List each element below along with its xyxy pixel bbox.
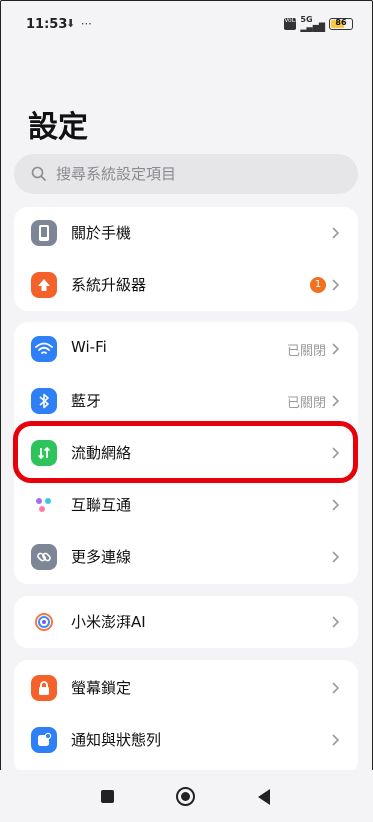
settings-item-lock-screen[interactable]: 螢幕鎖定 (14, 662, 358, 714)
search-input[interactable] (56, 154, 346, 194)
status-bar: 11:53 ⬇ ⋯ VoLTE 5G ▂▄▆█ 86 (0, 0, 373, 50)
wifi-icon (31, 336, 57, 362)
recents-button[interactable] (101, 790, 114, 803)
interconnect-icon (31, 492, 57, 518)
chevron-right-icon (332, 395, 340, 407)
upgrade-icon (31, 272, 57, 298)
settings-item-more-connections[interactable]: 更多連線 (14, 531, 358, 583)
bluetooth-status: 已關閉 (286, 396, 326, 411)
settings-item-label: 小米澎湃AI (71, 613, 146, 631)
notification-icon (31, 727, 57, 753)
more-connections-icon (31, 544, 57, 570)
chevron-right-icon (332, 616, 340, 628)
settings-item-about-phone[interactable]: 關於手機 (14, 207, 358, 259)
settings-item-wifi[interactable]: Wi-Fi 已關閉 (14, 323, 358, 375)
settings-item-label: Wi-Fi (71, 338, 107, 356)
update-badge: 1 (310, 277, 326, 293)
chevron-right-icon (332, 682, 340, 694)
battery-level: 86 (335, 18, 347, 27)
hyperai-icon (31, 609, 57, 635)
chevron-right-icon (332, 551, 340, 563)
chevron-right-icon (332, 227, 340, 239)
settings-group-display: 螢幕鎖定 通知與狀態列 (14, 660, 358, 775)
status-right: VoLTE 5G ▂▄▆█ 86 (284, 16, 353, 32)
settings-item-label: 通知與狀態列 (71, 731, 162, 749)
chevron-right-icon (332, 279, 340, 291)
signal-icon: 5G ▂▄▆█ (300, 15, 325, 32)
search-icon (31, 166, 46, 181)
bluetooth-icon (31, 388, 57, 414)
search-bar[interactable] (14, 154, 358, 194)
lock-icon (31, 675, 57, 701)
back-button[interactable] (258, 789, 270, 805)
settings-group-ai: 小米澎湃AI (14, 596, 358, 648)
settings-group-device: 關於手機 系統升級器 1 (14, 207, 358, 311)
settings-item-interconnect[interactable]: 互聯互通 (14, 479, 358, 531)
chevron-right-icon (332, 499, 340, 511)
wifi-status: 已關閉 (286, 344, 326, 359)
chevron-right-icon (332, 343, 340, 355)
status-notification-icons: ⬇ ⋯ (66, 17, 93, 30)
volte-icon: VoLTE (284, 18, 302, 30)
settings-item-label: 系統升級器 (71, 276, 147, 294)
settings-item-label: 更多連線 (71, 548, 132, 566)
navigation-bar (0, 770, 373, 822)
settings-item-system-upgrade[interactable]: 系統升級器 1 (14, 259, 358, 311)
settings-item-label: 螢幕鎖定 (71, 679, 132, 697)
settings-item-label: 互聯互通 (71, 496, 132, 514)
page-title: 設定 (28, 110, 88, 145)
settings-item-label: 藍牙 (71, 392, 102, 410)
phone-icon (31, 220, 57, 246)
settings-item-label: 關於手機 (71, 224, 132, 242)
battery-icon: 86 (329, 18, 353, 30)
network-type: 5G (300, 15, 313, 24)
settings-item-hyperai[interactable]: 小米澎湃AI (14, 596, 358, 648)
highlight-annotation (13, 421, 358, 483)
home-button[interactable] (176, 787, 195, 806)
settings-item-bluetooth[interactable]: 藍牙 已關閉 (14, 375, 358, 427)
settings-item-notifications[interactable]: 通知與狀態列 (14, 714, 358, 766)
status-time: 11:53 (26, 17, 68, 32)
chevron-right-icon (332, 734, 340, 746)
